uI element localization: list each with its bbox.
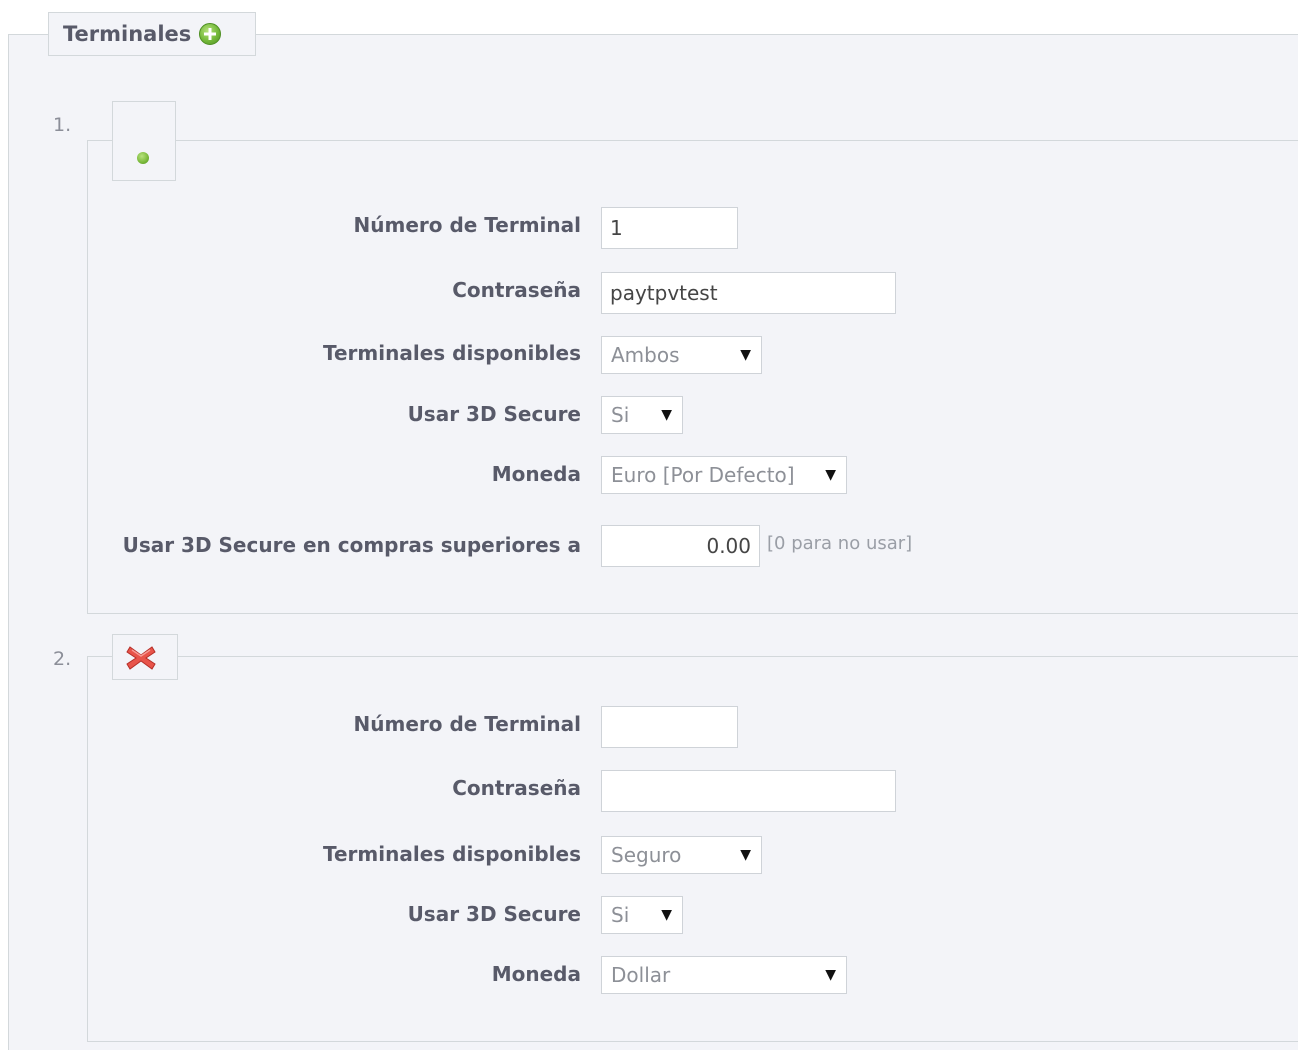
dropdown-arrow-icon: ▼ [661,407,672,423]
dropdown-arrow-icon: ▼ [661,907,672,923]
terminal-2-currency-value: Dollar [611,963,671,987]
dropdown-arrow-icon: ▼ [740,847,751,863]
page: Terminales 1. Número de Terminal 1 Contr… [0,0,1298,1050]
terminal-1-threshold-input[interactable]: 0.00 [601,525,760,567]
terminal-1-status-box[interactable] [112,101,176,181]
terminal-1-currency-select[interactable]: Euro [Por Defecto] ▼ [601,456,847,494]
dropdown-arrow-icon: ▼ [825,467,836,483]
terminal-2-available-select[interactable]: Seguro ▼ [601,836,762,874]
terminal-2-currency-select[interactable]: Dollar ▼ [601,956,847,994]
dropdown-arrow-icon: ▼ [740,347,751,363]
terminal-1-number: 1. [53,114,72,136]
terminal-1-available-value: Ambos [611,343,680,367]
terminal-1-password-input[interactable]: paytpvtest [601,272,896,314]
terminal-2-number-label: Número de Terminal [353,712,582,736]
terminal-1-available-label: Terminales disponibles [323,341,581,365]
terminal-2-3dsecure-select[interactable]: Si ▼ [601,896,683,934]
terminal-2-3dsecure-value: Si [611,903,630,927]
terminal-1-3dsecure-label: Usar 3D Secure [407,402,581,426]
dropdown-arrow-icon: ▼ [825,967,836,983]
terminal-1-number-input[interactable]: 1 [601,207,738,249]
terminal-1-threshold-label: Usar 3D Secure en compras superiores a [122,533,581,557]
terminal-2-password-input[interactable] [601,770,896,812]
terminales-legend: Terminales [48,12,256,56]
terminal-2-number: 2. [53,648,72,670]
terminal-1-password-label: Contraseña [452,278,581,302]
terminal-1-threshold-hint: [0 para no usar] [767,533,913,554]
delete-x-icon [126,646,156,670]
terminal-2-status-box[interactable] [112,634,178,680]
terminal-2-available-value: Seguro [611,843,682,867]
terminal-1-number-label: Número de Terminal [353,213,582,237]
section-title: Terminales [63,22,192,46]
terminal-2-number-input[interactable] [601,706,738,748]
terminal-1-3dsecure-select[interactable]: Si ▼ [601,396,683,434]
terminal-2-3dsecure-label: Usar 3D Secure [407,902,581,926]
terminal-2-password-label: Contraseña [452,776,581,800]
terminal-2-available-label: Terminales disponibles [323,842,581,866]
plus-circle-icon[interactable] [199,23,222,45]
terminal-1-3dsecure-value: Si [611,403,630,427]
terminal-1-currency-value: Euro [Por Defecto] [611,463,795,487]
terminal-1-available-select[interactable]: Ambos ▼ [601,336,762,374]
green-dot-icon [137,152,149,164]
terminal-1-currency-label: Moneda [491,462,581,486]
terminal-2-currency-label: Moneda [491,962,581,986]
